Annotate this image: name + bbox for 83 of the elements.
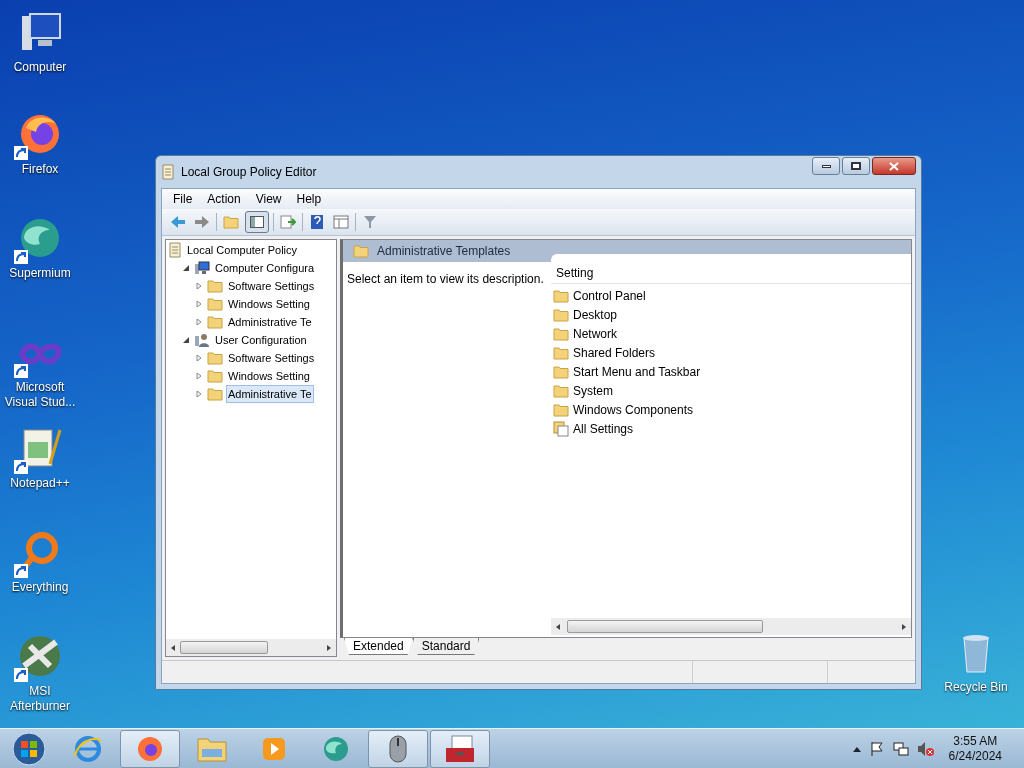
expand-arrow-icon[interactable] bbox=[194, 318, 204, 326]
browser-e-icon bbox=[73, 733, 103, 764]
up-folder-icon bbox=[223, 215, 239, 229]
tree-item[interactable]: Administrative Te bbox=[226, 313, 314, 331]
show-tree-button[interactable] bbox=[245, 211, 269, 233]
window-title: Local Group Policy Editor bbox=[181, 164, 317, 181]
menu-item[interactable]: File bbox=[166, 190, 200, 208]
folder-icon bbox=[553, 326, 569, 341]
setting-item[interactable]: Shared Folders bbox=[573, 343, 656, 362]
expand-arrow-icon[interactable] bbox=[194, 300, 204, 308]
muted-speaker-icon[interactable] bbox=[916, 740, 935, 757]
desktop-icon-label[interactable]: Notepad++ bbox=[10, 476, 70, 491]
settings-list-icon bbox=[553, 420, 569, 437]
setting-item[interactable]: All Settings bbox=[573, 419, 634, 438]
document-icon bbox=[161, 164, 175, 180]
user-icon bbox=[194, 332, 210, 348]
menu-item[interactable]: Action bbox=[200, 190, 248, 208]
clock-time[interactable]: 3:55 AM bbox=[953, 733, 998, 749]
tree-item[interactable]: Computer Configura bbox=[213, 259, 317, 277]
properties-button[interactable] bbox=[331, 212, 351, 232]
setting-item[interactable]: Windows Components bbox=[573, 400, 694, 419]
folder-icon bbox=[207, 279, 223, 293]
tree-item[interactable]: Software Settings bbox=[226, 277, 317, 295]
export-list-button[interactable] bbox=[278, 212, 298, 232]
tree-item[interactable]: Local Computer Policy bbox=[185, 241, 300, 259]
minimize-button[interactable] bbox=[812, 157, 840, 175]
horizontal-scrollbar[interactable] bbox=[551, 618, 911, 635]
expand-arrow-icon[interactable] bbox=[194, 354, 204, 362]
folder-icon bbox=[207, 315, 223, 329]
computer-icon bbox=[194, 260, 210, 276]
taskbar-button[interactable] bbox=[368, 729, 428, 768]
desktop-icon-label[interactable]: Computer bbox=[13, 60, 67, 75]
folder-icon bbox=[207, 297, 223, 311]
caret-up-icon[interactable] bbox=[852, 745, 861, 752]
tree-item[interactable]: Administrative Te bbox=[226, 385, 314, 403]
folder-icon bbox=[553, 307, 569, 322]
view-tab[interactable]: Standard bbox=[412, 638, 480, 655]
folder-icon bbox=[553, 345, 569, 360]
expand-arrow-icon[interactable] bbox=[194, 372, 204, 380]
view-tab[interactable]: Extended bbox=[344, 638, 413, 655]
mouse-icon bbox=[387, 733, 409, 764]
setting-item[interactable]: Start Menu and Taskbar bbox=[573, 362, 701, 381]
desktop-icon-label[interactable]: Firefox bbox=[21, 162, 59, 177]
expand-arrow-icon[interactable] bbox=[194, 282, 204, 290]
maximize-button[interactable] bbox=[842, 157, 870, 175]
tree-item[interactable]: Windows Setting bbox=[226, 295, 312, 313]
clock-date[interactable]: 6/24/2024 bbox=[948, 748, 1002, 764]
horizontal-scrollbar[interactable] bbox=[166, 639, 336, 656]
desktop-icon-label[interactable]: Everything bbox=[11, 580, 69, 595]
folder-icon bbox=[207, 387, 223, 401]
tree-item[interactable]: User Configuration bbox=[213, 331, 309, 349]
desktop-icon-label[interactable]: Microsoft Visual Stud... bbox=[4, 380, 76, 410]
folder-icon bbox=[353, 244, 369, 258]
taskbar-button[interactable] bbox=[120, 729, 180, 768]
pane-title: Administrative Templates bbox=[377, 243, 511, 260]
network-icon[interactable] bbox=[892, 740, 909, 757]
expand-arrow-icon[interactable] bbox=[194, 390, 204, 398]
toolbox-icon bbox=[444, 733, 476, 764]
setting-item[interactable]: System bbox=[573, 381, 613, 400]
folder-icon bbox=[553, 364, 569, 379]
tree-item[interactable]: Software Settings bbox=[226, 349, 317, 367]
close-button[interactable] bbox=[872, 157, 916, 175]
folder-icon bbox=[553, 288, 569, 303]
collapse-arrow-icon[interactable] bbox=[181, 336, 191, 344]
panel-icon bbox=[250, 216, 264, 228]
setting-item[interactable]: Control Panel bbox=[573, 286, 646, 305]
flag-icon[interactable] bbox=[868, 740, 885, 757]
menu-item[interactable]: Help bbox=[289, 190, 329, 208]
folder-icon bbox=[553, 402, 569, 417]
menu-item[interactable]: View bbox=[248, 190, 289, 208]
description-text: Select an item to view its description. bbox=[347, 272, 544, 286]
folder-icon bbox=[207, 351, 223, 365]
collapse-arrow-icon[interactable] bbox=[181, 264, 191, 272]
folder-icon bbox=[553, 383, 569, 398]
document-icon bbox=[168, 242, 182, 258]
desktop-icon-label[interactable]: Supermium bbox=[9, 266, 71, 281]
column-header[interactable]: Setting bbox=[551, 254, 911, 284]
close-icon bbox=[889, 161, 899, 171]
taskbar-button[interactable] bbox=[430, 729, 490, 768]
folder-icon bbox=[207, 369, 223, 383]
setting-item[interactable]: Desktop bbox=[573, 305, 618, 324]
tree-item[interactable]: Windows Setting bbox=[226, 367, 312, 385]
setting-item[interactable]: Network bbox=[573, 324, 617, 343]
